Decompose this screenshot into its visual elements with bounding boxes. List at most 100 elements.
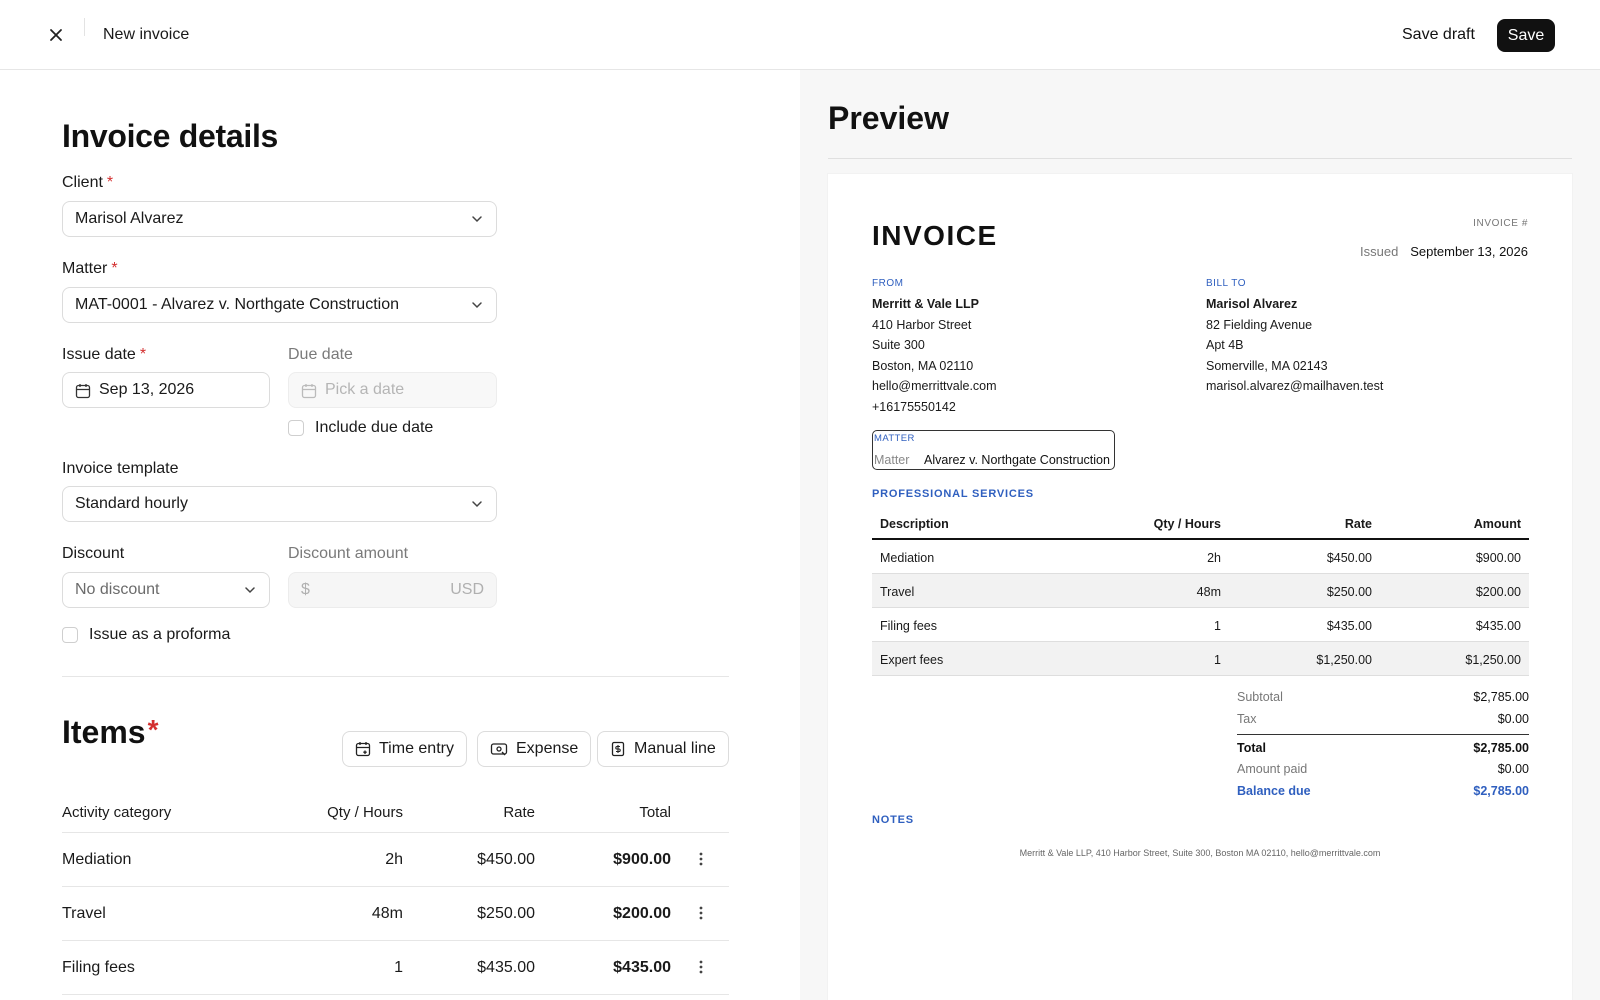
issue-date-input[interactable]: Sep 13, 2026 [62,372,270,408]
totals-block: Subtotal $2,785.00 Tax $0.00 Total $2,78… [1237,686,1529,802]
professional-services-label: PROFESSIONAL SERVICES [872,488,1034,500]
subtotal-row: Subtotal $2,785.00 [1237,686,1529,708]
chevron-down-icon [472,302,482,309]
matter-block[interactable]: MATTER Matter Alvarez v. Northgate Const… [872,430,1115,470]
due-date-input[interactable]: Pick a date [288,372,497,408]
tax-value: $0.00 [1497,712,1529,726]
row-description: Expert fees [880,653,944,667]
table-row[interactable]: Travel 48m $250.00 $200.00 [62,887,729,941]
bill-to-label: BILL TO [1206,278,1247,289]
manual-line-button[interactable]: Manual line [597,731,729,767]
checkbox-box[interactable] [62,627,78,643]
items-table-header: Activity category Qty / Hours Rate Total [62,790,729,833]
from-label: FROM [872,278,904,289]
balance-due-row: Balance due $2,785.00 [1237,780,1529,802]
column-header-qty: Qty / Hours [1153,517,1221,531]
save-draft-button[interactable]: Save draft [1394,22,1483,48]
proforma-checkbox[interactable]: Issue as a proforma [62,626,230,644]
issue-date-value: Sep 13, 2026 [99,381,195,398]
more-vertical-icon [699,960,703,974]
services-table: Description Qty / Hours Rate Amount Medi… [872,508,1529,676]
amount-paid-label: Amount paid [1237,762,1308,776]
manual-line-label: Manual line [634,740,716,757]
time-entry-label: Time entry [379,740,454,757]
matter-key: Matter [874,453,910,467]
items-table: Activity category Qty / Hours Rate Total… [62,790,729,995]
tax-row: Tax $0.00 [1237,708,1529,730]
time-entry-button[interactable]: Time entry [342,731,467,767]
required-marker: * [139,346,147,363]
column-header-category: Activity category [62,804,172,821]
row-qty: 2h [1207,551,1221,565]
save-button[interactable]: Save [1497,19,1555,52]
include-due-date-checkbox[interactable]: Include due date [288,419,433,437]
close-button[interactable] [44,23,68,47]
discount-label: Discount [62,545,125,562]
amount-paid-row: Amount paid $0.00 [1237,758,1529,780]
bill-to-name: Marisol Alvarez [1206,297,1298,311]
row-rate: $250.00 [477,905,535,922]
column-header-total: Total [639,804,671,821]
invoice-details-heading: Invoice details [62,118,279,154]
column-header-rate: Rate [503,804,535,821]
matter-label: Matter * [62,260,118,277]
row-menu-button[interactable] [691,849,711,869]
table-row[interactable]: Filing fees 1 $435.00 $435.00 [62,941,729,995]
matter-select[interactable]: MAT-0001 - Alvarez v. Northgate Construc… [62,287,497,323]
from-address: Merritt & Vale LLP 410 Harbor Street Sui… [872,294,997,418]
topbar-divider [84,18,85,36]
invoice-footer: Merritt & Vale LLP, 410 Harbor Street, S… [1019,848,1381,858]
bill-to-line3: Somerville, MA 02143 [1206,358,1328,373]
expense-label: Expense [516,740,579,757]
row-amount: $435.00 [1475,619,1521,633]
discount-value: No discount [75,581,160,598]
issue-date-label: Issue date * [62,346,147,363]
currency-suffix: USD [450,581,484,598]
issued-date: September 13, 2026 [1410,244,1528,259]
row-description: Filing fees [880,619,937,633]
tax-label: Tax [1237,712,1257,726]
preview-divider [828,158,1572,159]
checkbox-box[interactable] [288,420,304,436]
row-total: $435.00 [613,959,671,976]
discount-select[interactable]: No discount [62,572,270,608]
amount-paid-value: $0.00 [1497,762,1529,776]
notes-label: NOTES [872,814,914,826]
bill-to-line2: Apt 4B [1206,338,1244,353]
preview-heading: Preview [828,100,949,136]
page-title: New invoice [103,26,190,43]
row-menu-button[interactable] [691,903,711,923]
chevron-down-icon [245,587,255,594]
invoice-template-value: Standard hourly [75,495,188,512]
row-qty: 1 [394,959,403,976]
section-divider [62,676,729,677]
include-due-date-label: Include due date [315,419,434,436]
row-total: $200.00 [613,905,671,922]
total-row: Total $2,785.00 [1237,734,1529,758]
expense-button[interactable]: Expense [477,731,592,767]
top-bar: New invoice Save draft Save [0,0,1600,70]
row-rate: $435.00 [1326,619,1372,633]
row-rate: $450.00 [477,851,535,868]
row-qty: 1 [1214,619,1221,633]
subtotal-label: Subtotal [1237,690,1283,704]
chevron-down-icon [472,501,482,508]
issued-label: Issued [1360,244,1399,259]
calendar-icon [301,384,317,399]
due-date-label: Due date [288,346,353,363]
subtotal-value: $2,785.00 [1473,690,1529,704]
matter-value: MAT-0001 - Alvarez v. Northgate Construc… [75,296,399,313]
table-row[interactable]: Mediation 2h $450.00 $900.00 [62,833,729,887]
from-line3: Boston, MA 02110 [872,358,974,373]
row-rate: $450.00 [1326,551,1372,565]
client-label: Client * [62,174,114,191]
column-header-amount: Amount [1473,517,1521,531]
invoice-template-select[interactable]: Standard hourly [62,486,497,522]
client-select[interactable]: Marisol Alvarez [62,201,497,237]
invoice-template-label: Invoice template [62,460,179,477]
row-menu-button[interactable] [691,957,711,977]
discount-amount-input[interactable]: $ USD [288,572,497,608]
bill-to-line1: 82 Fielding Avenue [1206,317,1313,332]
receipt-money-icon [490,743,508,756]
row-category: Mediation [62,851,132,868]
